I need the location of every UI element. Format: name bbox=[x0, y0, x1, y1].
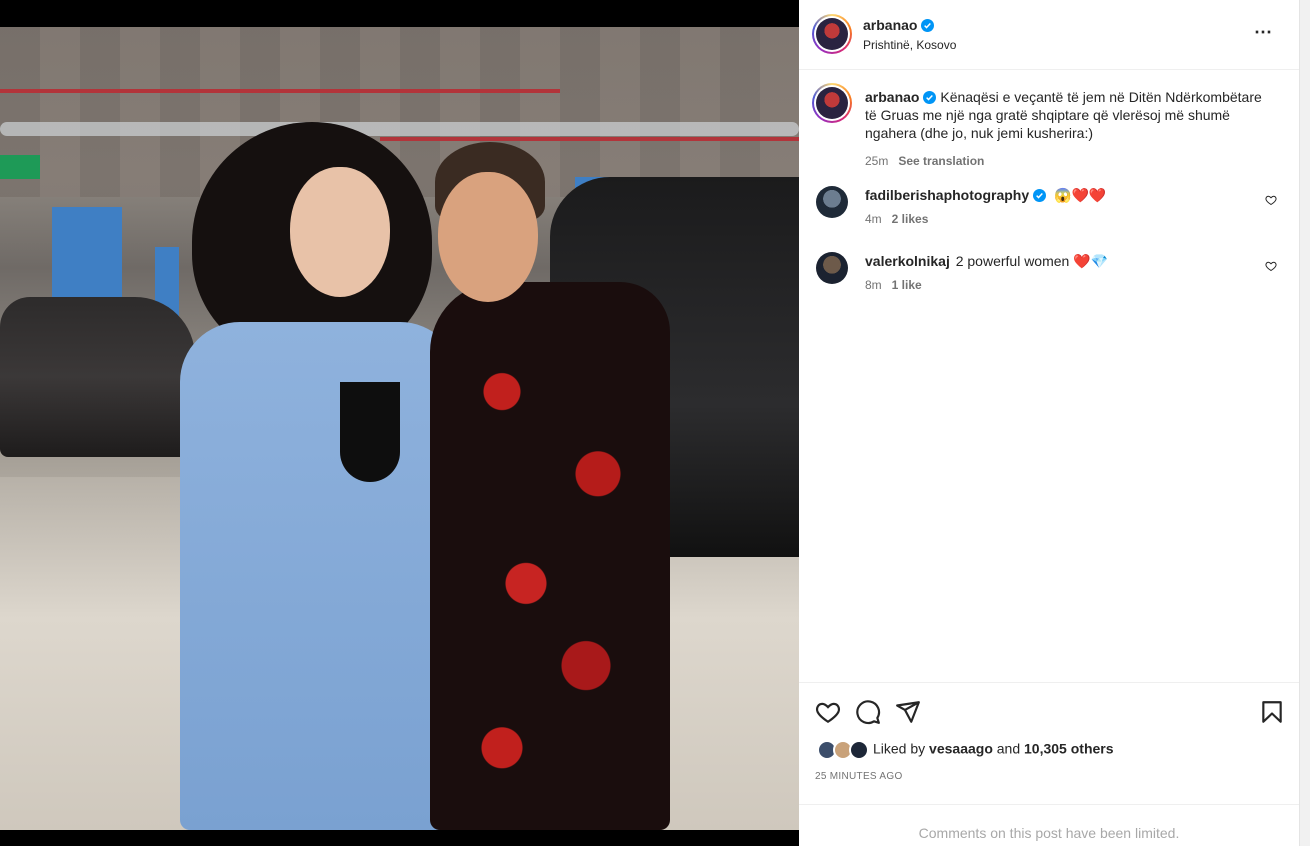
pipe bbox=[0, 89, 560, 93]
comment-icon[interactable] bbox=[855, 699, 881, 725]
car bbox=[0, 297, 195, 457]
caption-text: arbanao Kënaqësi e veçantë të jem në Dit… bbox=[865, 88, 1265, 170]
more-options-icon[interactable]: ⋯ bbox=[1254, 22, 1273, 43]
comment-item: fadilberishaphotography 😱❤️❤️ 4m 2 likes bbox=[799, 186, 1299, 246]
comment-body: 😱❤️❤️ bbox=[1054, 187, 1107, 203]
liked-by-prefix: Liked by bbox=[873, 740, 926, 757]
comment-time: 4m bbox=[865, 212, 882, 226]
liked-by-others[interactable]: 10,305 others bbox=[1024, 741, 1114, 757]
caption-time: 25m bbox=[865, 154, 889, 168]
comment-body: 2 powerful women ❤️💎 bbox=[955, 253, 1109, 269]
caption-username[interactable]: arbanao bbox=[865, 89, 919, 105]
verified-icon bbox=[921, 19, 935, 32]
avatar[interactable] bbox=[812, 14, 852, 54]
post-timestamp: 25 MINUTES AGO bbox=[815, 771, 903, 782]
liked-by-user[interactable]: vesaaago bbox=[929, 741, 993, 757]
comments-limited-notice: Comments on this post have been limited. bbox=[799, 804, 1299, 846]
comment-time: 8m bbox=[865, 278, 882, 292]
comment-likes[interactable]: 2 likes bbox=[892, 212, 929, 226]
comment-likes[interactable]: 1 like bbox=[892, 278, 922, 292]
avatar[interactable] bbox=[816, 252, 848, 284]
post-image[interactable] bbox=[0, 27, 799, 830]
likes-summary[interactable]: Liked by vesaaago and 10,305 others bbox=[817, 740, 1114, 760]
comment-username[interactable]: valerkolnikaj bbox=[865, 253, 950, 269]
action-bar: Liked by vesaaago and 10,305 others 25 M… bbox=[799, 682, 1299, 804]
person-left bbox=[180, 122, 460, 830]
liked-by-and: and bbox=[996, 740, 1021, 757]
heart-icon[interactable] bbox=[1265, 194, 1277, 206]
exit-sign bbox=[0, 155, 40, 179]
heart-icon[interactable] bbox=[815, 699, 841, 725]
avatar[interactable] bbox=[816, 186, 848, 218]
comment-username[interactable]: fadilberishaphotography bbox=[865, 187, 1029, 203]
verified-icon bbox=[923, 91, 937, 104]
avatar[interactable] bbox=[812, 83, 852, 123]
heart-icon[interactable] bbox=[1265, 260, 1277, 272]
scrollbar[interactable] bbox=[1299, 0, 1310, 846]
verified-icon bbox=[1033, 189, 1047, 202]
comment-text: fadilberishaphotography 😱❤️❤️ bbox=[865, 186, 1106, 204]
bookmark-icon[interactable] bbox=[1259, 699, 1285, 725]
comment-text: valerkolnikaj 2 powerful women ❤️💎 bbox=[865, 252, 1108, 270]
post-panel: arbanao Prishtinë, Kosovo ⋯ arbanao Këna… bbox=[799, 0, 1299, 846]
post-location[interactable]: Prishtinë, Kosovo bbox=[863, 38, 956, 52]
comment-item: valerkolnikaj 2 powerful women ❤️💎 8m 1 l… bbox=[799, 252, 1299, 312]
post-header: arbanao Prishtinë, Kosovo ⋯ bbox=[799, 0, 1299, 70]
see-translation-link[interactable]: See translation bbox=[898, 154, 984, 168]
share-icon[interactable] bbox=[895, 699, 921, 725]
liker-avatars bbox=[817, 740, 871, 760]
post-username[interactable]: arbanao bbox=[863, 17, 917, 33]
person-right bbox=[430, 142, 670, 830]
